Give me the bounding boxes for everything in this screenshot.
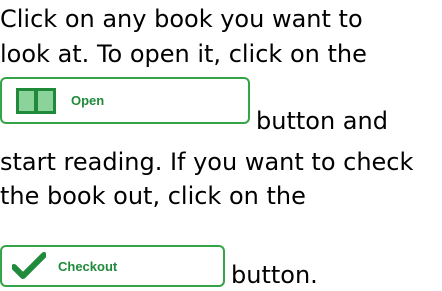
instruction-line-2: look at. To open it, click on the — [0, 40, 367, 68]
instruction-text-after-checkout: button. — [231, 261, 318, 289]
book-icon — [16, 87, 56, 114]
instruction-line-4: start reading. If you want to check — [0, 148, 414, 176]
instruction-line-1: Click on any book you want to — [0, 5, 363, 33]
checkmark-icon — [12, 252, 46, 280]
instruction-line-5: the book out, click on the — [0, 182, 306, 210]
instruction-text-after-open: button and — [256, 107, 388, 135]
open-button-label: Open — [71, 93, 105, 108]
checkout-button-label: Checkout — [58, 258, 118, 274]
checkout-button[interactable]: Checkout — [0, 245, 225, 287]
open-button[interactable]: Open — [0, 77, 250, 124]
